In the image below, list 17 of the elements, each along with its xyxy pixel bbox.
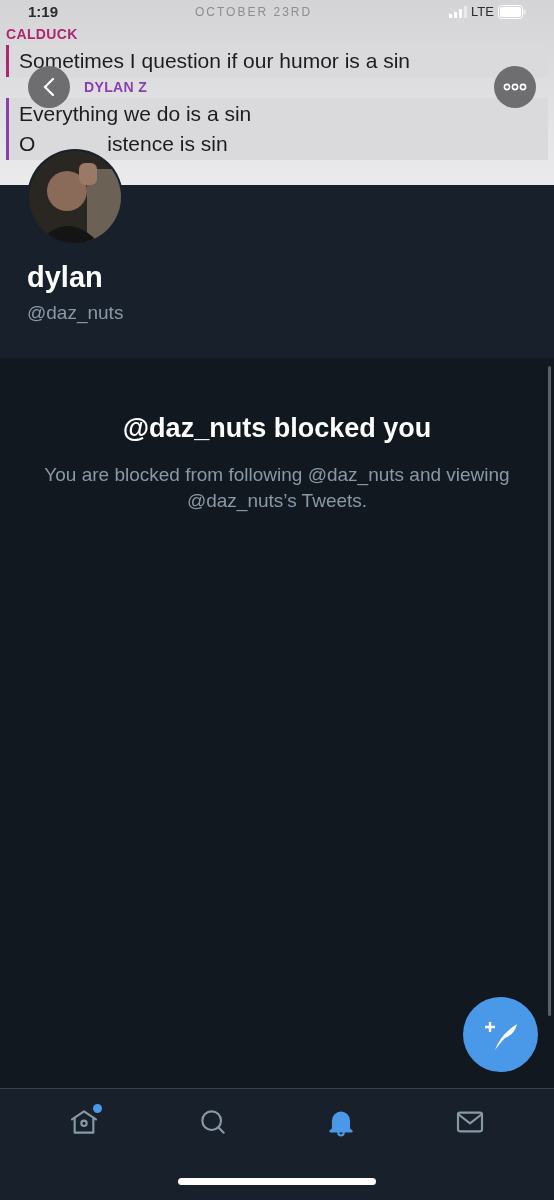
- battery-icon: [498, 5, 526, 19]
- chat-sender: DYLAN Z: [84, 78, 148, 97]
- chat-message: Everything we do is a sin: [19, 101, 252, 127]
- chat-message: O: [19, 131, 36, 157]
- chat-date: OCTOBER 23RD: [195, 4, 313, 21]
- profile-name: dylan: [27, 260, 104, 295]
- blocked-message: You are blocked from following @daz_nuts and viewing @daz_nuts’s Tweets.: [43, 463, 511, 514]
- profile-handle: @daz_nuts: [27, 301, 125, 326]
- more-icon: [503, 83, 527, 91]
- network-label: LTE: [471, 3, 494, 22]
- signal-icon: [449, 6, 468, 18]
- status-time: 1:19: [28, 1, 59, 22]
- blocked-title: @daz_nuts blocked you: [122, 411, 432, 445]
- chat-sender: CALDUCK: [6, 25, 78, 44]
- back-icon: [42, 77, 56, 97]
- chat-message: Sometimes I question if our humor is a sin: [19, 48, 410, 74]
- chat-message: istence is sin: [107, 131, 228, 157]
